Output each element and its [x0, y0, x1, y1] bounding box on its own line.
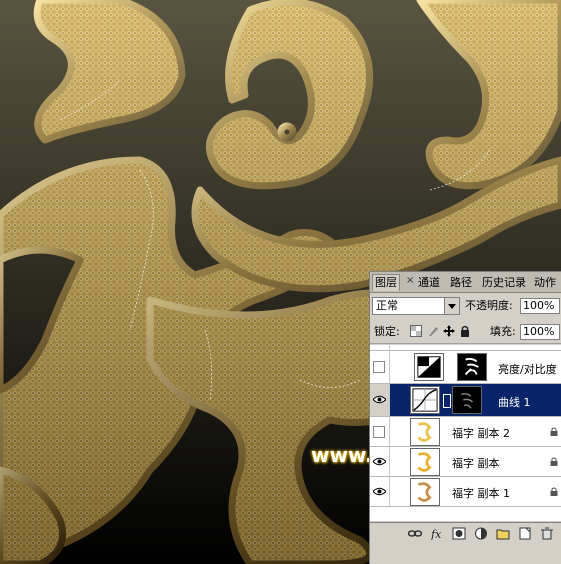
- fill-label: 填充:: [490, 325, 516, 338]
- eye-icon: [373, 487, 386, 496]
- layer-thumbnail: [410, 418, 440, 446]
- opacity-input[interactable]: 100%: [520, 298, 560, 314]
- new-layer-icon[interactable]: [518, 527, 532, 540]
- lock-all-icon[interactable]: [459, 325, 471, 337]
- visibility-toggle[interactable]: [370, 477, 390, 506]
- blend-mode-select[interactable]: 正常: [372, 297, 460, 315]
- layer-name: 福字 副本: [452, 457, 500, 470]
- eye-icon: [373, 457, 386, 466]
- visibility-toggle[interactable]: [370, 345, 390, 350]
- trash-icon[interactable]: [540, 527, 554, 540]
- tab-actions[interactable]: 动作: [534, 275, 556, 291]
- lock-icon: [550, 487, 558, 496]
- layer-thumbnail: [410, 478, 440, 506]
- panel-tabs: 图层 × 通道 路径 历史记录 动作: [370, 272, 561, 293]
- fx-icon[interactable]: fx: [430, 527, 444, 540]
- lock-label: 锁定:: [374, 325, 400, 338]
- layer-row-selected[interactable]: 曲线 1: [370, 384, 561, 417]
- layers-bottom-toolbar: fx: [370, 522, 561, 545]
- opacity-label: 不透明度:: [465, 299, 513, 312]
- layer-row[interactable]: 福字 副本 1: [370, 477, 561, 507]
- visibility-toggle[interactable]: [370, 384, 390, 416]
- hidden-box-icon: [373, 426, 385, 438]
- brightness-contrast-icon: [414, 353, 444, 381]
- visibility-toggle[interactable]: [370, 447, 390, 476]
- link-layers-icon[interactable]: [408, 527, 422, 540]
- layer-name: 曲线 1: [498, 396, 531, 409]
- layer-name: 亮度/对比度 1: [498, 363, 561, 376]
- eye-icon: [373, 395, 386, 404]
- layer-list: 亮度/对比度 1 曲线 1 福字 副本 2 福字 副本 福字 副本 1: [370, 345, 561, 521]
- visibility-toggle[interactable]: [370, 417, 390, 446]
- link-icon[interactable]: [443, 394, 451, 408]
- lock-transparency-icon[interactable]: [410, 325, 422, 337]
- layer-name: 福字 副本 2: [452, 427, 510, 440]
- layer-row[interactable]: 亮度/对比度 1: [370, 351, 561, 384]
- folder-icon[interactable]: [496, 527, 510, 540]
- lock-icon: [550, 457, 558, 466]
- lock-icon: [550, 427, 558, 436]
- add-mask-icon[interactable]: [452, 527, 466, 540]
- layers-panel: 图层 × 通道 路径 历史记录 动作 正常 不透明度: 100% 锁定: 填充:: [369, 271, 561, 564]
- layer-name: 福字 副本 1: [452, 487, 510, 500]
- close-tab-icon[interactable]: ×: [406, 275, 414, 286]
- layer-row[interactable]: 福字 副本: [370, 447, 561, 477]
- blend-mode-value: 正常: [376, 299, 398, 312]
- fill-input[interactable]: 100%: [520, 324, 560, 340]
- layer-row[interactable]: 福字 副本 2: [370, 417, 561, 447]
- curves-icon: [410, 386, 440, 414]
- visibility-toggle[interactable]: [370, 351, 390, 383]
- tab-paths[interactable]: 路径: [450, 275, 472, 291]
- lock-brush-icon[interactable]: [427, 325, 439, 337]
- layer-mask-thumbnail[interactable]: [457, 353, 487, 381]
- tab-channels[interactable]: 通道: [418, 275, 440, 291]
- layer-thumbnail: [410, 448, 440, 476]
- adjustment-layer-icon[interactable]: [474, 527, 488, 540]
- hidden-box-icon: [373, 361, 385, 373]
- layer-mask-thumbnail[interactable]: [452, 386, 482, 414]
- tab-layers[interactable]: 图层: [372, 274, 400, 291]
- tab-history[interactable]: 历史记录: [482, 275, 526, 291]
- lock-move-icon[interactable]: [443, 325, 455, 337]
- chevron-down-icon: [444, 298, 459, 314]
- svg-text:fx: fx: [430, 528, 442, 540]
